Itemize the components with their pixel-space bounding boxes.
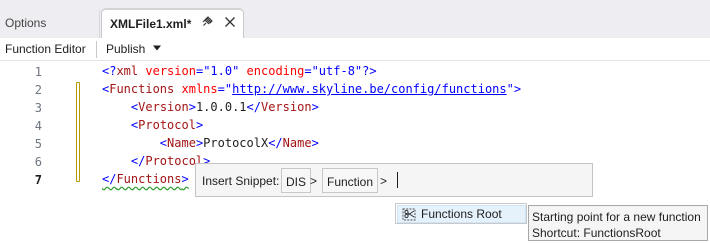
snippet-separator: > [380,174,388,188]
line-number: 3 [34,101,42,115]
snippet-icon [402,208,416,221]
insert-snippet-bar[interactable]: Insert Snippet: DIS > Function > [195,163,593,197]
code-text: <Name>ProtocolX</Name> [159,136,319,150]
chevron-down-icon[interactable] [152,44,162,52]
tooltip-description: Starting point for a new function [532,210,701,224]
completion-item-label: Functions Root [421,207,502,221]
snippet-completion-list: Functions Root [395,203,527,224]
tab-xmlfile1[interactable]: XMLFile1.xml* [101,8,244,39]
line-number: 6 [34,155,42,169]
publish-button[interactable]: Publish [100,38,151,60]
line-number: 2 [34,83,42,97]
code-text: <?xml version="1.0" encoding="utf-8"?> [102,64,377,78]
line-number: 1 [34,65,42,79]
code-text: </Functions> [102,172,189,186]
code-line: 1 <?xml version="1.0" encoding="utf-8"?> [0,63,710,81]
snippet-folder-function[interactable]: Function [322,168,379,193]
text-caret [397,172,398,188]
code-text: <Protocol> [130,118,204,132]
snippet-separator: > [310,174,318,188]
pin-icon[interactable] [200,15,214,29]
close-icon[interactable] [223,15,237,29]
code-line: 4 <Protocol> [0,117,710,135]
line-number: 5 [34,137,42,151]
line-number: 4 [34,119,42,133]
tab-options[interactable]: Options [0,10,100,38]
toolbar-separator [96,41,97,58]
tab-xmlfile1-label: XMLFile1.xml* [110,17,192,31]
toolbar: Function Editor Publish [0,38,710,61]
code-line: 2 <Functions xmlns="http://www.skyline.b… [0,81,710,99]
document-tab-strip: Options XMLFile1.xml* [0,0,710,39]
tab-options-label: Options [5,16,47,30]
code-text: <Functions xmlns="http://www.skyline.be/… [102,82,522,96]
namespace-link[interactable]: http://www.skyline.be/config/functions [232,82,507,96]
completion-item-functions-root[interactable]: Functions Root [397,205,526,223]
insert-snippet-label: Insert Snippet: [202,174,280,188]
snippet-folder-dis[interactable]: DIS [281,168,312,193]
function-editor-button[interactable]: Function Editor [5,42,86,56]
code-text: <Version>1.0.0.1</Version> [130,100,319,114]
tooltip-shortcut: Shortcut: FunctionsRoot [532,226,661,240]
line-number: 7 [34,173,42,187]
snippet-tooltip: Starting point for a new function Shortc… [528,205,708,241]
code-line: 3 <Version>1.0.0.1</Version> [0,99,710,117]
code-line: 5 <Name>ProtocolX</Name> [0,135,710,153]
